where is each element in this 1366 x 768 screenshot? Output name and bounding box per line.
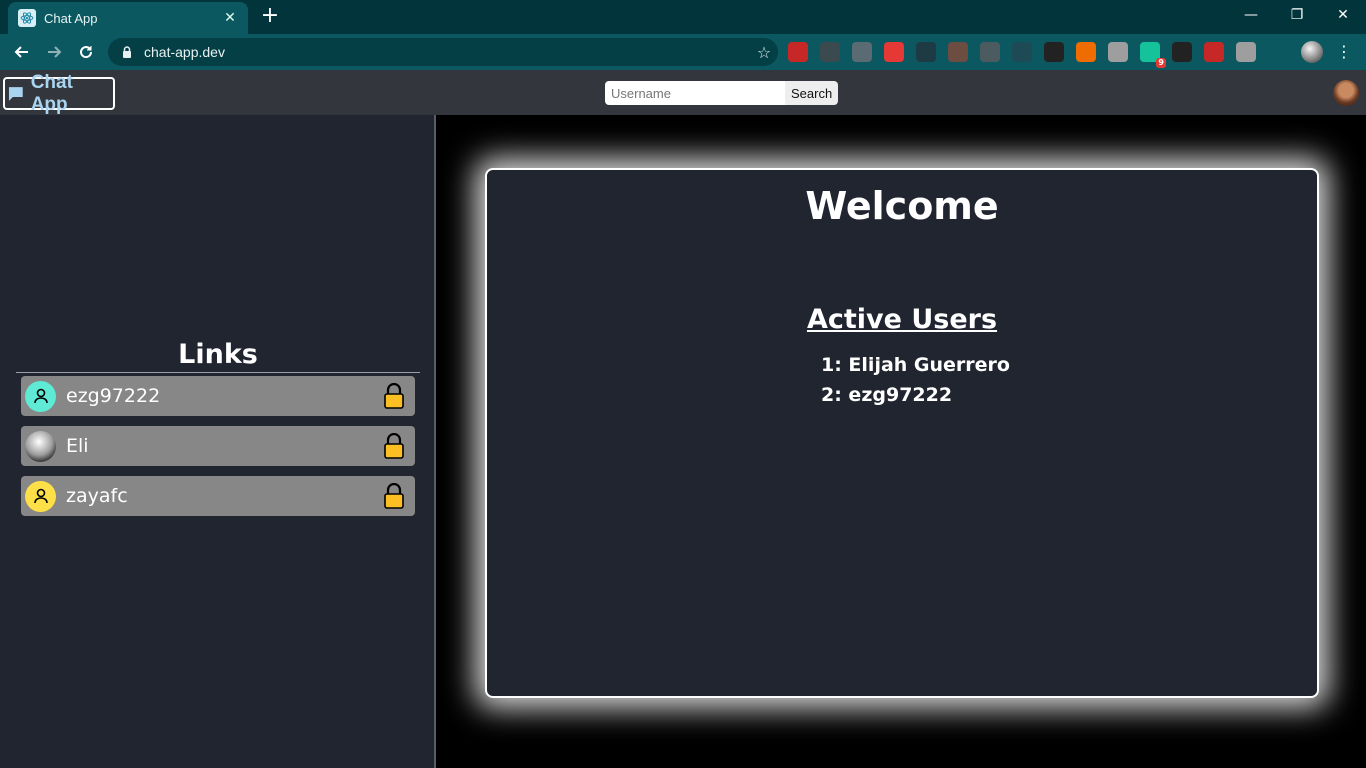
react-icon [18, 9, 36, 27]
user-icon [25, 480, 56, 512]
ext-w-icon[interactable] [1172, 42, 1192, 62]
bookmark-star-icon[interactable]: ☆ [750, 43, 778, 62]
extensions-row: 9 [788, 42, 1300, 68]
ext-react-icon[interactable] [916, 42, 936, 62]
forward-arrow-icon[interactable] [42, 40, 66, 64]
links-heading: Links [16, 338, 420, 373]
ext-grammarly-icon[interactable]: 9 [1140, 42, 1166, 68]
window-close-icon[interactable]: ✕ [1320, 0, 1366, 30]
sidebar: Links ezg97222 Eli zayafc [0, 115, 436, 768]
welcome-card: Welcome Active Users 1: Elijah Guerrero … [485, 168, 1319, 698]
active-user-item: 2: ezg97222 [821, 384, 953, 406]
browser-toolbar: chat-app.dev ☆ 9 ⋮ [0, 34, 1366, 70]
lock-icon [384, 433, 404, 459]
minimize-icon[interactable]: — [1228, 0, 1274, 30]
tab-title: Chat App [44, 10, 98, 26]
ext-red-icon[interactable] [788, 42, 808, 62]
new-tab-button[interactable]: + [258, 5, 282, 29]
ext-t-icon[interactable] [820, 42, 840, 62]
ext-lt-icon[interactable] [1012, 42, 1032, 62]
username-search-input[interactable] [605, 81, 785, 105]
brand-button[interactable]: Chat App [3, 72, 115, 115]
browser-profile-avatar[interactable] [1301, 41, 1323, 63]
link-name: Eli [66, 435, 89, 457]
more-menu-icon[interactable]: ⋮ [1336, 42, 1352, 62]
puzzle-icon[interactable] [1268, 42, 1288, 62]
ext-cookie-icon[interactable] [948, 42, 968, 62]
welcome-heading: Welcome [805, 184, 999, 228]
restore-icon[interactable]: ❐ [1274, 0, 1320, 30]
ext-facebook-icon[interactable] [852, 42, 872, 62]
link-item-eli[interactable]: Eli [21, 426, 415, 466]
close-tab-icon[interactable]: ✕ [222, 10, 238, 26]
active-users-heading: Active Users [806, 304, 998, 335]
ext-r-icon[interactable] [1236, 42, 1256, 62]
app-navbar: Chat App Search [0, 70, 1366, 115]
ext-av-icon[interactable] [1204, 42, 1224, 62]
browser-tab[interactable]: Chat App ✕ [8, 2, 248, 34]
link-item-ezg97222[interactable]: ezg97222 [21, 376, 415, 416]
search-form: Search [605, 81, 839, 105]
user-avatar[interactable] [1333, 80, 1359, 106]
search-button[interactable]: Search [785, 81, 839, 105]
ext-check-icon[interactable] [1108, 42, 1128, 62]
user-icon [25, 380, 56, 412]
url-text: chat-app.dev [144, 44, 225, 60]
link-name: ezg97222 [66, 385, 161, 407]
lock-icon [384, 483, 404, 509]
back-arrow-icon[interactable] [10, 40, 34, 64]
active-users-list: 1: Elijah Guerrero 2: ezg97222 [821, 350, 1010, 410]
main-area: Welcome Active Users 1: Elijah Guerrero … [438, 115, 1366, 768]
ext-stop-hand-icon[interactable] [884, 42, 904, 62]
lock-icon [384, 383, 404, 409]
browser-tab-bar: Chat App ✕ + — ❐ ✕ [0, 0, 1366, 34]
brand-text: Chat App [30, 71, 73, 115]
chat-bubble-icon [8, 86, 23, 101]
profile-photo [25, 430, 56, 462]
lock-icon [120, 45, 134, 59]
extension-badge: 9 [1156, 58, 1166, 68]
link-item-zayafc[interactable]: zayafc [21, 476, 415, 516]
ext-box-icon[interactable] [980, 42, 1000, 62]
link-name: zayafc [66, 485, 128, 507]
active-user-item: 1: Elijah Guerrero [821, 354, 1010, 376]
address-bar[interactable]: chat-app.dev ☆ [108, 38, 778, 66]
ext-capsule-icon[interactable] [1076, 42, 1096, 62]
reload-icon[interactable] [74, 40, 98, 64]
ext-github-icon[interactable] [1044, 42, 1064, 62]
